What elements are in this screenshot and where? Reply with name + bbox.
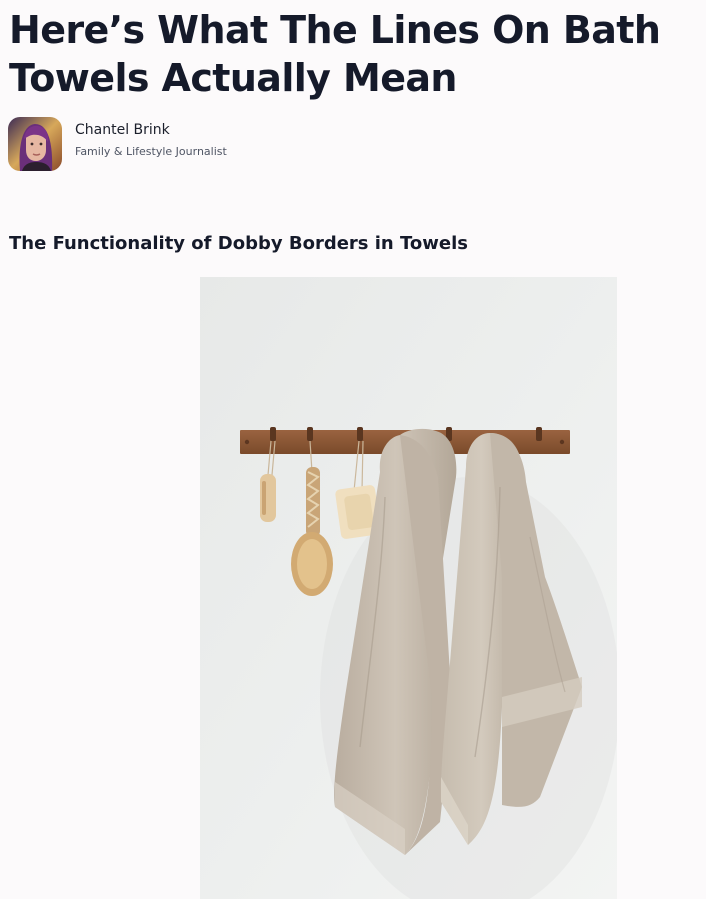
author-byline: Chantel Brink Family & Lifestyle Journal… bbox=[8, 117, 227, 171]
article-title: Here’s What The Lines On Bath Towels Act… bbox=[9, 8, 661, 100]
author-role: Family & Lifestyle Journalist bbox=[75, 144, 227, 158]
hero-photo-towels bbox=[200, 277, 617, 899]
section-heading: The Functionality of Dobby Borders in To… bbox=[9, 233, 468, 254]
author-name[interactable]: Chantel Brink bbox=[75, 121, 227, 139]
author-avatar[interactable] bbox=[8, 117, 62, 171]
